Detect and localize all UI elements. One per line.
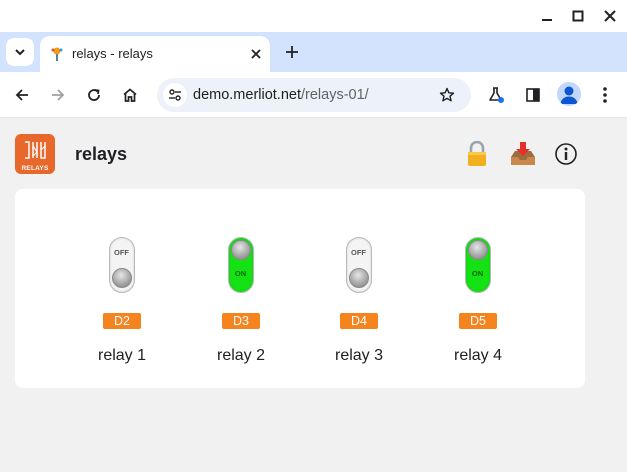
maximize-icon[interactable] xyxy=(568,6,588,26)
relay-name: relay 2 xyxy=(216,347,266,364)
relay-control: ON D5 relay 4 xyxy=(433,237,523,367)
pin-badge: D5 xyxy=(459,313,497,329)
bookmark-star-icon[interactable] xyxy=(435,83,459,107)
tab-active[interactable]: relays - relays xyxy=(40,36,270,72)
relay-diagram-icon xyxy=(25,141,46,159)
close-icon[interactable] xyxy=(600,6,620,26)
app-title: relays xyxy=(75,144,128,164)
download-icon[interactable] xyxy=(509,139,537,169)
page-content: RELAYS relays OFF D2 relay 1 ON D3 relay 2 OFF… xyxy=(0,119,627,472)
relay-control: OFF D2 relay 1 xyxy=(77,237,167,367)
switch-knob xyxy=(467,240,488,260)
switch-state-label: OFF xyxy=(351,248,366,257)
tab-search-button[interactable] xyxy=(6,38,34,66)
address-bar[interactable]: demo.merliot.net/relays-01/ xyxy=(157,78,471,112)
relay-control: ON D3 relay 2 xyxy=(196,237,286,367)
url-host: demo.merliot.net xyxy=(193,87,301,103)
url-path: /relays-01/ xyxy=(301,87,369,103)
info-icon[interactable] xyxy=(552,139,580,169)
site-info-icon[interactable] xyxy=(163,83,187,107)
relay-name: relay 1 xyxy=(97,347,147,364)
relays-card: OFF D2 relay 1 ON D3 relay 2 OFF D4 relay 3 ON D5 r… xyxy=(15,189,585,388)
merliot-favicon-icon xyxy=(51,47,63,61)
relay-toggle-switch[interactable]: OFF xyxy=(346,237,372,293)
pin-badge: D3 xyxy=(222,313,260,329)
switch-knob xyxy=(111,268,132,288)
browser-toolbar: demo.merliot.net/relays-01/ xyxy=(0,72,627,118)
window-titlebar xyxy=(0,0,627,32)
side-panel-icon[interactable] xyxy=(521,83,545,107)
switch-knob xyxy=(348,268,369,288)
back-icon[interactable] xyxy=(10,83,34,107)
switch-knob xyxy=(230,240,251,260)
pin-badge: D4 xyxy=(340,313,378,329)
url-text: demo.merliot.net/relays-01/ xyxy=(193,87,369,103)
logo-text: RELAYS xyxy=(21,165,49,172)
lock-icon[interactable] xyxy=(463,139,491,169)
switch-state-label: OFF xyxy=(114,248,129,257)
pin-badge: D2 xyxy=(103,313,141,329)
relay-name: relay 4 xyxy=(453,347,503,364)
chevron-down-icon xyxy=(15,49,25,56)
new-tab-plus-icon[interactable] xyxy=(281,41,303,63)
home-icon[interactable] xyxy=(118,83,142,107)
tab-close-icon[interactable] xyxy=(246,44,266,64)
minimize-icon[interactable] xyxy=(537,6,557,26)
relay-toggle-switch[interactable]: ON xyxy=(228,237,254,293)
relay-toggle-switch[interactable]: OFF xyxy=(109,237,135,293)
reload-icon[interactable] xyxy=(82,83,106,107)
tab-strip: relays - relays xyxy=(0,32,627,72)
labs-flask-icon[interactable] xyxy=(484,83,508,107)
switch-state-label: ON xyxy=(234,269,247,278)
profile-avatar-icon[interactable] xyxy=(557,82,581,106)
more-menu-icon[interactable] xyxy=(593,83,617,107)
relay-toggle-switch[interactable]: ON xyxy=(465,237,491,293)
relays-logo: RELAYS xyxy=(15,134,55,174)
forward-icon[interactable] xyxy=(46,83,70,107)
relay-name: relay 3 xyxy=(334,347,384,364)
relay-control: OFF D4 relay 3 xyxy=(314,237,404,367)
switch-state-label: ON xyxy=(471,269,484,278)
tab-title: relays - relays xyxy=(72,46,153,61)
